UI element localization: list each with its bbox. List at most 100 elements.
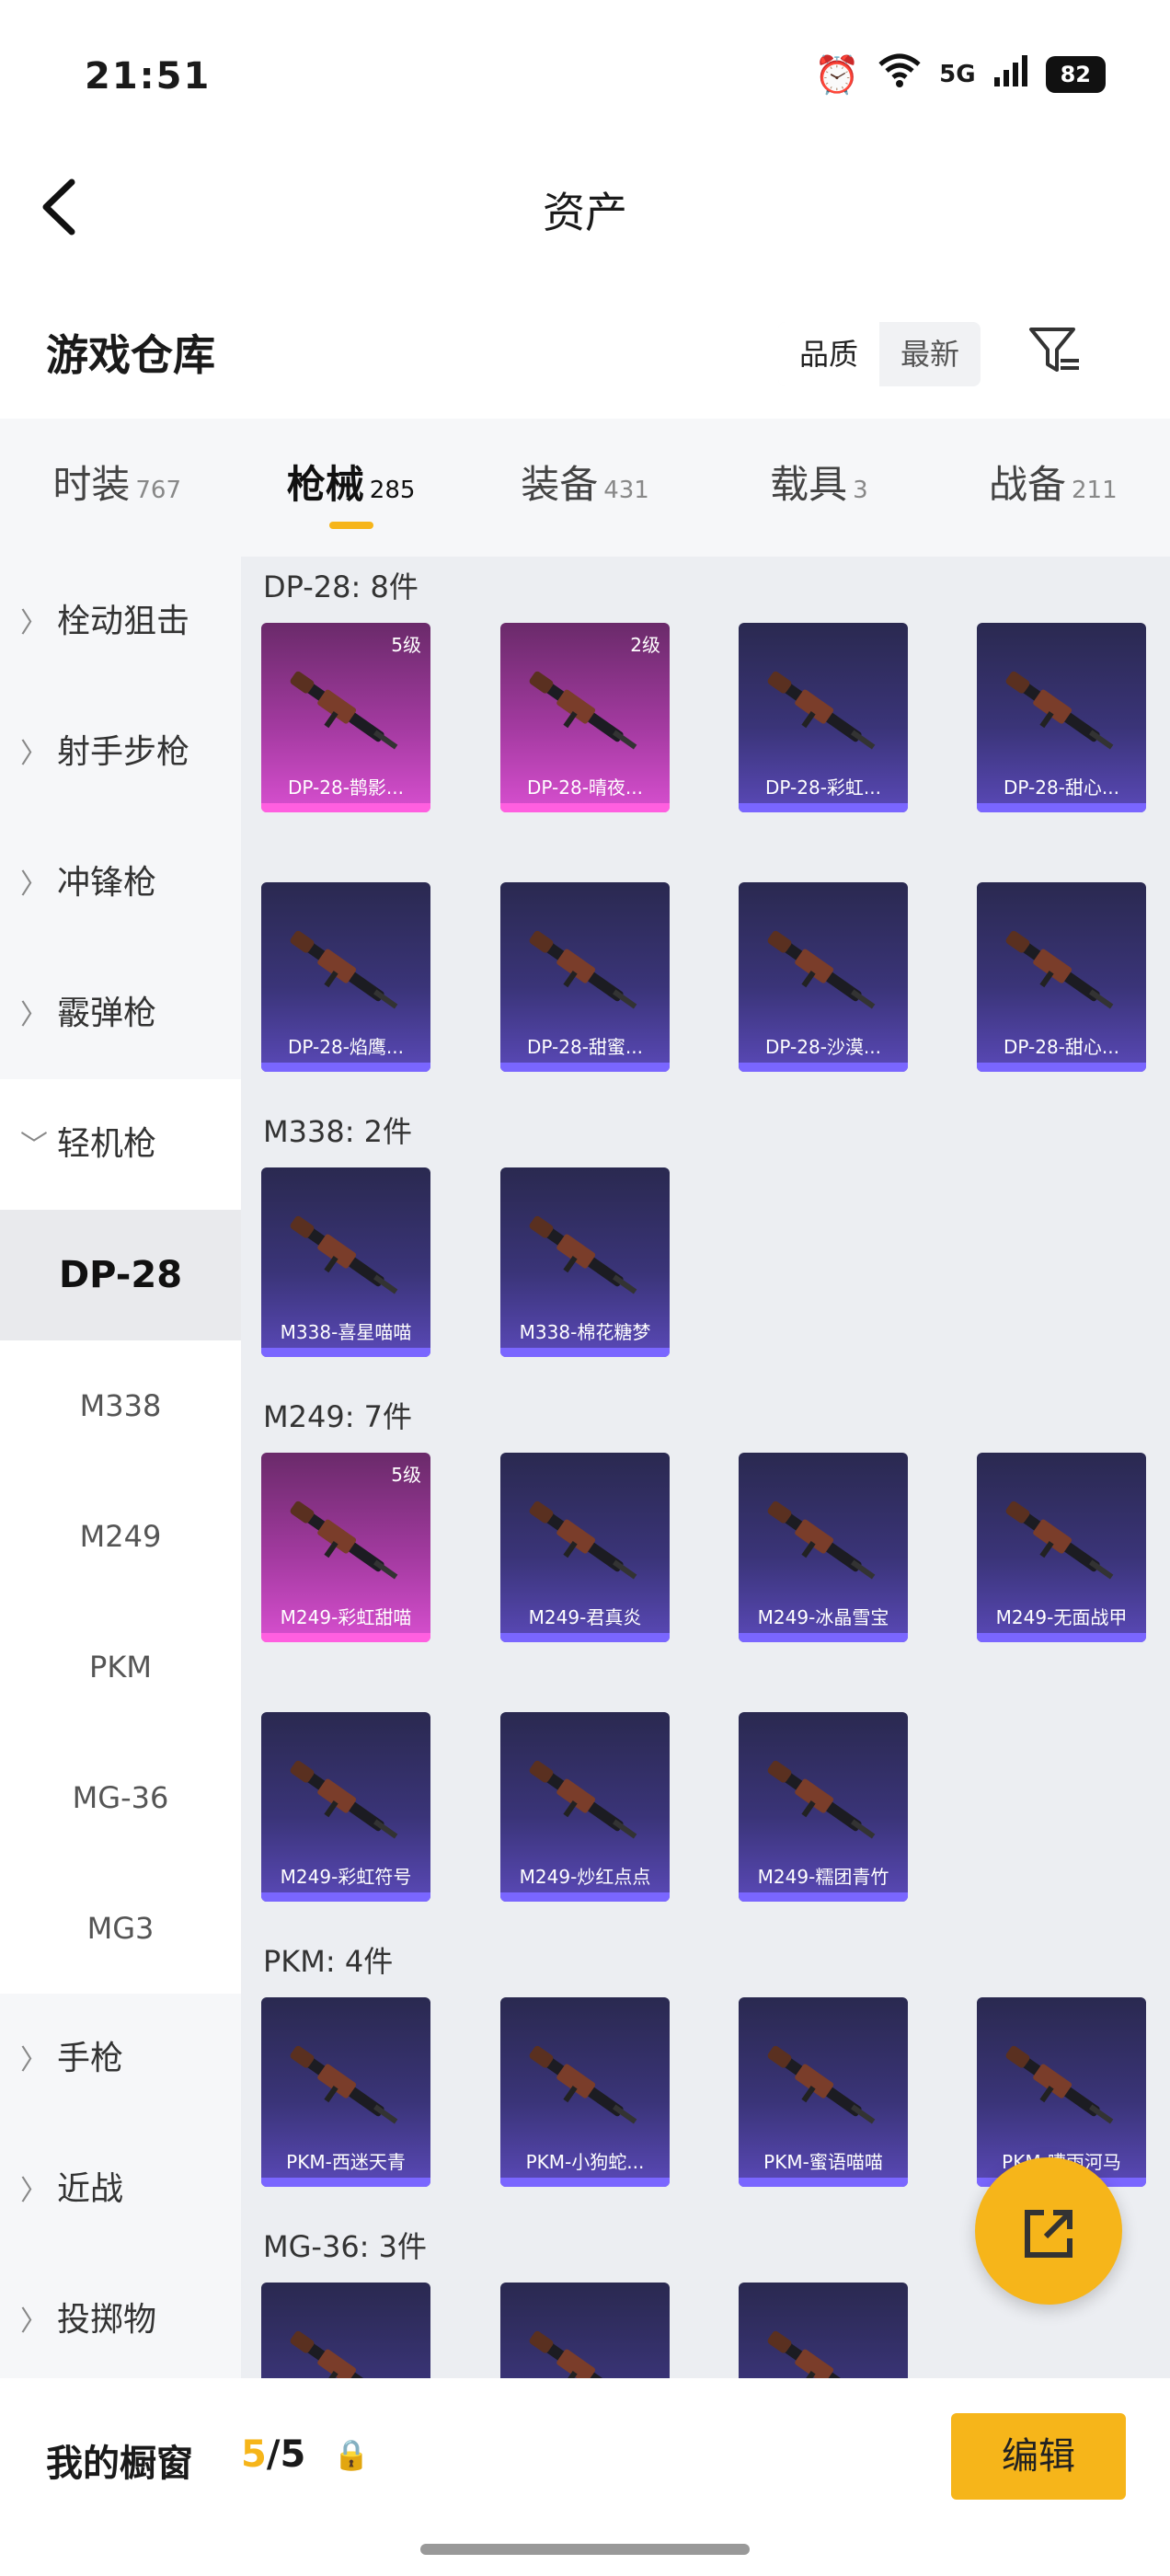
weapon-skin-card[interactable]: DP-28-甜心... [977, 623, 1146, 812]
weapon-skin-card[interactable]: M249-彩虹符号 [261, 1712, 430, 1902]
sidebar-item-melee[interactable]: 〉近战 [0, 2124, 241, 2255]
weapon-skin-card[interactable]: M338-喜星喵喵 [261, 1167, 430, 1357]
group-label: M338: 2件 [263, 1114, 413, 1149]
sidebar-item-smg[interactable]: 〉冲锋枪 [0, 818, 241, 949]
rarity-bar [261, 1063, 430, 1072]
sort-toggle[interactable]: 品质 最新 [778, 322, 981, 386]
sidebar-subitem-mg3[interactable]: MG3 [0, 1863, 241, 1994]
weapon-skin-card[interactable]: DP-28-焰鹰... [261, 882, 430, 1072]
weapon-image [995, 1497, 1128, 1589]
sidebar-item-pistol[interactable]: 〉手枪 [0, 1994, 241, 2124]
tab-supplies[interactable]: 战备 211 [936, 419, 1170, 557]
sidebar-subitem-pkm[interactable]: PKM [0, 1602, 241, 1732]
sidebar-item-lmg[interactable]: ﹀ 轻机枪 [0, 1079, 241, 1210]
battery-indicator: 82 [1045, 56, 1106, 93]
tab-fashion[interactable]: 时装 767 [0, 419, 234, 557]
sidebar-item-bolt-sniper[interactable]: 〉栓动狙击 [0, 557, 241, 687]
status-time: 21:51 [85, 55, 212, 98]
weapon-skin-card[interactable]: DP-28-彩虹... [739, 623, 908, 812]
weapon-image [757, 926, 889, 1018]
weapon-skin-card[interactable]: M249-糯团青竹 [739, 1712, 908, 1902]
weapon-skin-card[interactable]: 5级 M249-彩虹甜喵 [261, 1453, 430, 1642]
slots-current: 5 [241, 2433, 267, 2476]
sidebar-item-shotgun[interactable]: 〉霰弹枪 [0, 949, 241, 1079]
rarity-bar [261, 1348, 430, 1357]
weapon-skin-card[interactable]: DP-28-甜心... [977, 882, 1146, 1072]
chevron-right-icon: 〉 [20, 868, 48, 901]
tab-vehicles[interactable]: 载具 3 [702, 419, 935, 557]
tab-count: 767 [135, 477, 182, 504]
level-badge: 2级 [630, 634, 660, 656]
weapon-skin-card[interactable] [261, 2283, 430, 2378]
weapon-skin-name: M249-彩虹甜喵 [280, 1606, 412, 1628]
weapon-skin-card[interactable]: 5级 DP-28-鹊影... [261, 623, 430, 812]
sidebar-item-label: 投掷物 [57, 2301, 157, 2339]
weapon-image [280, 2327, 412, 2378]
group-label: MG-36: 3件 [263, 2229, 427, 2264]
slots-total: /5 [266, 2433, 306, 2476]
network-label: 5G [939, 61, 976, 88]
tab-label: 枪械 [286, 462, 364, 507]
weapon-image [519, 1212, 651, 1304]
status-icons: ⏰ 5G 82 [814, 52, 1106, 98]
rarity-bar [261, 1892, 430, 1902]
chevron-down-icon: ﹀ [20, 1130, 48, 1162]
weapon-skin-name: M249-彩虹符号 [280, 1866, 412, 1888]
signal-icon [992, 52, 1029, 98]
weapon-skin-card[interactable] [500, 2283, 670, 2378]
rarity-bar [977, 803, 1146, 812]
weapon-skin-name: DP-28-焰鹰... [288, 1036, 404, 1058]
tab-label: 载具 [770, 462, 848, 507]
weapon-skin-card[interactable]: 2级 DP-28-晴夜... [500, 623, 670, 812]
weapon-image [519, 2327, 651, 2378]
weapon-skin-name: M249-无面战甲 [995, 1606, 1128, 1628]
rarity-bar [739, 2178, 908, 2187]
weapon-skin-card[interactable]: M249-炒红点点 [500, 1712, 670, 1902]
weapon-skin-card[interactable]: DP-28-沙漠... [739, 882, 908, 1072]
rarity-bar [500, 1063, 670, 1072]
sidebar-subitem-mg36[interactable]: MG-36 [0, 1732, 241, 1863]
rarity-bar [739, 1633, 908, 1642]
sort-option-latest[interactable]: 最新 [879, 322, 981, 386]
chevron-right-icon: 〉 [20, 2306, 48, 2338]
weapon-image [757, 2041, 889, 2133]
rarity-bar [500, 2178, 670, 2187]
tab-firearms[interactable]: 枪械 285 [234, 419, 467, 557]
weapon-skin-card[interactable]: M249-冰晶雪宝 [739, 1453, 908, 1642]
tab-count: 431 [603, 477, 649, 504]
weapon-skin-card[interactable]: M249-无面战甲 [977, 1453, 1146, 1642]
weapon-skin-card[interactable]: M338-棉花糖梦 [500, 1167, 670, 1357]
chevron-right-icon: 〉 [20, 607, 48, 639]
weapon-image [519, 1497, 651, 1589]
weapon-skin-card[interactable]: PKM-西迷天青 [261, 1997, 430, 2187]
filter-icon[interactable] [1023, 324, 1087, 388]
edit-button[interactable]: 编辑 [951, 2413, 1126, 2500]
sidebar-item-marksman[interactable]: 〉射手步枪 [0, 687, 241, 818]
weapon-skin-card[interactable]: PKM-蜜语喵喵 [739, 1997, 908, 2187]
sidebar-item-throwable[interactable]: 〉投掷物 [0, 2255, 241, 2386]
tab-count: 211 [1072, 477, 1118, 504]
weapon-skin-card[interactable]: PKM-小狗蛇... [500, 1997, 670, 2187]
tab-equipment[interactable]: 装备 431 [468, 419, 702, 557]
rarity-bar [261, 1633, 430, 1642]
weapon-skin-card[interactable] [739, 2283, 908, 2378]
weapon-skin-name: M338-喜星喵喵 [280, 1321, 412, 1343]
weapon-image [757, 2327, 889, 2378]
weapon-image [995, 926, 1128, 1018]
sidebar-subitem-m249[interactable]: M249 [0, 1471, 241, 1602]
sort-option-quality[interactable]: 品质 [778, 322, 879, 386]
showcase-slots: 5/5 [241, 2433, 305, 2476]
weapon-skin-card[interactable]: DP-28-甜蜜... [500, 882, 670, 1072]
level-badge: 5级 [391, 1464, 421, 1486]
group-label: M249: 7件 [263, 1399, 413, 1434]
weapon-skin-card[interactable]: M249-君真炎 [500, 1453, 670, 1642]
share-button[interactable] [975, 2157, 1122, 2305]
sidebar-subitem-m338[interactable]: M338 [0, 1340, 241, 1471]
rarity-bar [977, 1063, 1146, 1072]
sidebar-subitem-dp28[interactable]: DP-28 [0, 1210, 241, 1340]
weapon-image [757, 667, 889, 759]
weapon-skin-name: M249-冰晶雪宝 [757, 1606, 889, 1628]
tab-count: 3 [853, 477, 868, 504]
weapon-image [280, 667, 412, 759]
rarity-bar [500, 1348, 670, 1357]
